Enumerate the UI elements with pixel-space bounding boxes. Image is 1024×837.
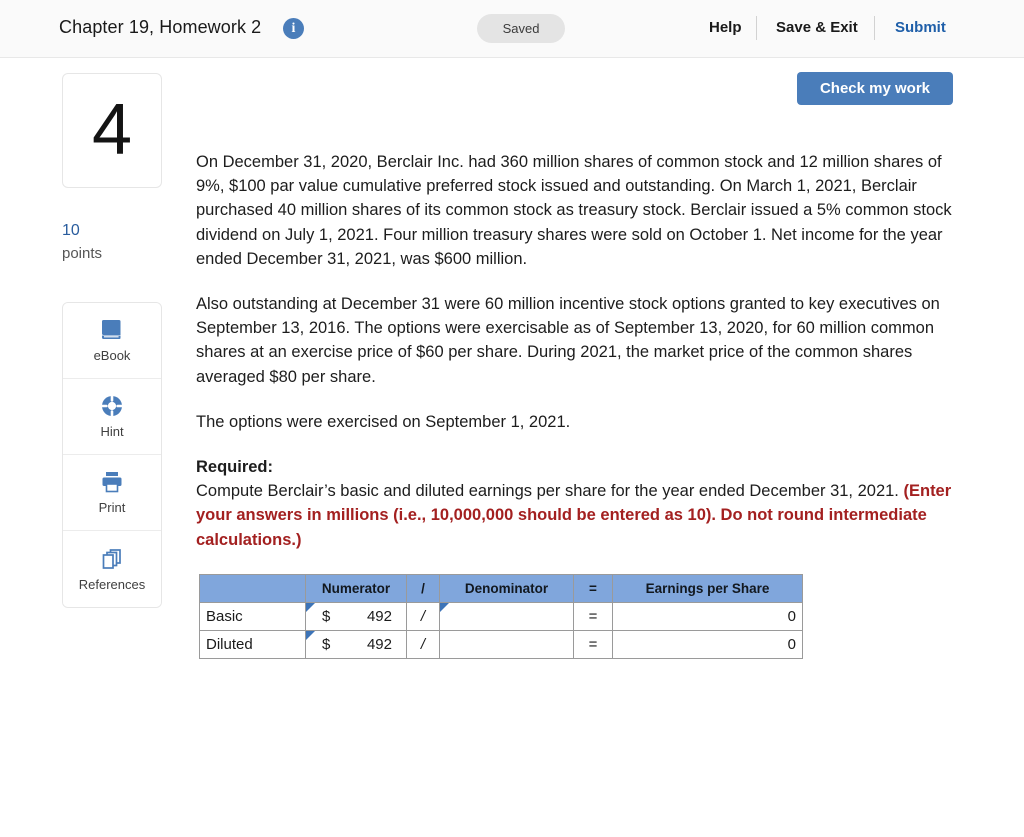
references-button[interactable]: References — [63, 531, 161, 607]
required-text: Compute Berclair’s basic and diluted ear… — [196, 479, 956, 552]
points-label: points — [62, 245, 103, 262]
column-header-equals: = — [573, 574, 613, 603]
print-button[interactable]: Print — [63, 455, 161, 531]
diluted-numerator-currency: $ — [322, 636, 331, 653]
column-header-blank — [199, 574, 306, 603]
check-my-work-button[interactable]: Check my work — [797, 72, 953, 105]
diluted-eps-value: 0 — [612, 630, 803, 659]
basic-numerator-input[interactable]: $ 492 — [305, 602, 407, 631]
page-title: Chapter 19, Homework 2 — [59, 17, 262, 37]
printer-icon — [99, 470, 125, 494]
question-number-box: 4 — [62, 73, 162, 188]
diluted-numerator-input[interactable]: $ 492 — [305, 630, 407, 659]
submit-link[interactable]: Submit — [895, 19, 946, 36]
row-label-diluted: Diluted — [199, 630, 306, 659]
table-row: Basic $ 492 / = 0 — [199, 602, 803, 631]
problem-paragraph-2: Also outstanding at December 31 were 60 … — [196, 295, 940, 386]
basic-denominator-input[interactable] — [439, 602, 574, 631]
tool-rail: eBook Hint Print References — [62, 302, 162, 608]
basic-eps-value: 0 — [612, 602, 803, 631]
copy-pages-icon — [99, 547, 125, 571]
table-header-row: Numerator / Denominator = Earnings per S… — [199, 574, 803, 603]
table-row: Diluted $ 492 / = 0 — [199, 630, 803, 659]
problem-paragraph-3: The options were exercised on September … — [196, 412, 571, 431]
problem-paragraph-1: On December 31, 2020, Berclair Inc. had … — [196, 153, 952, 268]
hint-label: Hint — [100, 424, 124, 439]
lifebuoy-icon — [99, 394, 125, 418]
basic-slash: / — [406, 602, 440, 631]
help-link[interactable]: Help — [709, 19, 742, 36]
column-header-numerator: Numerator — [305, 574, 407, 603]
hint-button[interactable]: Hint — [63, 379, 161, 455]
basic-numerator-currency: $ — [322, 608, 331, 625]
column-header-eps: Earnings per Share — [612, 574, 803, 603]
row-label-basic: Basic — [199, 602, 306, 631]
diluted-denominator-input[interactable] — [439, 630, 574, 659]
top-header-bar: Chapter 19, Homework 2 i Saved Help Save… — [0, 0, 1024, 58]
diluted-slash: / — [406, 630, 440, 659]
ebook-button[interactable]: eBook — [63, 303, 161, 379]
print-label: Print — [98, 500, 126, 515]
diluted-equals: = — [573, 630, 613, 659]
nav-divider — [756, 16, 757, 40]
status-badge: Saved — [477, 14, 565, 43]
basic-numerator-value: 492 — [366, 608, 392, 625]
basic-equals: = — [573, 602, 613, 631]
earnings-per-share-table: Numerator / Denominator = Earnings per S… — [199, 574, 803, 659]
nav-divider — [874, 16, 875, 40]
save-and-exit-link[interactable]: Save & Exit — [776, 19, 858, 36]
column-header-denominator: Denominator — [439, 574, 574, 603]
references-label: References — [78, 576, 146, 592]
question-number: 4 — [91, 90, 133, 170]
info-icon[interactable]: i — [283, 18, 304, 39]
answer-table-wrapper: Numerator / Denominator = Earnings per S… — [199, 574, 803, 659]
column-header-slash: / — [406, 574, 440, 603]
required-text-plain: Compute Berclair’s basic and diluted ear… — [196, 482, 904, 501]
question-content: On December 31, 2020, Berclair Inc. had … — [196, 150, 956, 552]
points-value: 10 — [62, 222, 80, 239]
diluted-numerator-value: 492 — [366, 636, 392, 653]
ebook-label: eBook — [93, 348, 131, 363]
required-heading: Required: — [196, 458, 274, 477]
book-icon — [99, 318, 125, 342]
